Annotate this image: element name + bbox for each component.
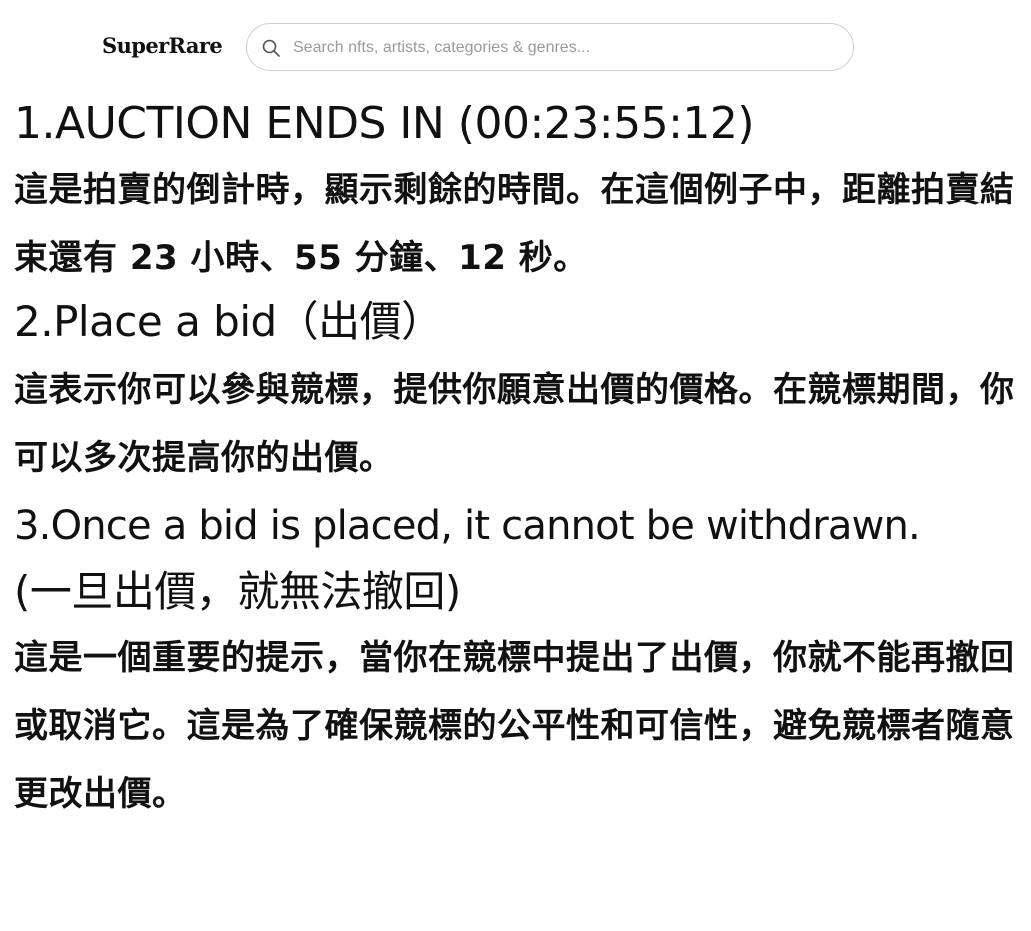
section-heading: 3.Once a bid is placed, it cannot be wit…	[14, 503, 921, 549]
section-bid-not-withdrawable: 3.Once a bid is placed, it cannot be wit…	[14, 498, 1019, 828]
section-subheading: (一旦出價，就無法撤回)	[14, 567, 461, 616]
section-body: 這是一個重要的提示，當你在競標中提出了出價，你就不能再撤回或取消它。這是為了確保…	[14, 638, 1015, 814]
section-heading: 2.Place a bid（出價）	[14, 297, 443, 346]
section-heading: 1.AUCTION ENDS IN (00:23:55:12)	[14, 98, 755, 149]
superrare-logo[interactable]: SuperRare	[102, 33, 223, 58]
explanation-content: 1.AUCTION ENDS IN (00:23:55:12) 這是拍賣的倒計時…	[14, 96, 1019, 828]
top-navigation-bar: SuperRare	[0, 0, 1031, 96]
search-input[interactable]	[293, 34, 833, 62]
section-auction-countdown: 1.AUCTION ENDS IN (00:23:55:12) 這是拍賣的倒計時…	[14, 96, 1019, 292]
section-place-bid: 2.Place a bid（出價） 這表示你可以參與競標，提供你願意出價的價格。…	[14, 294, 1019, 492]
section-body: 這是拍賣的倒計時，顯示剩餘的時間。在這個例子中，距離拍賣結束還有 23 小時、5…	[14, 170, 1015, 278]
search-bar[interactable]	[246, 23, 854, 71]
section-body: 這表示你可以參與競標，提供你願意出價的價格。在競標期間，你可以多次提高你的出價。	[14, 370, 1015, 478]
search-icon	[262, 39, 280, 57]
